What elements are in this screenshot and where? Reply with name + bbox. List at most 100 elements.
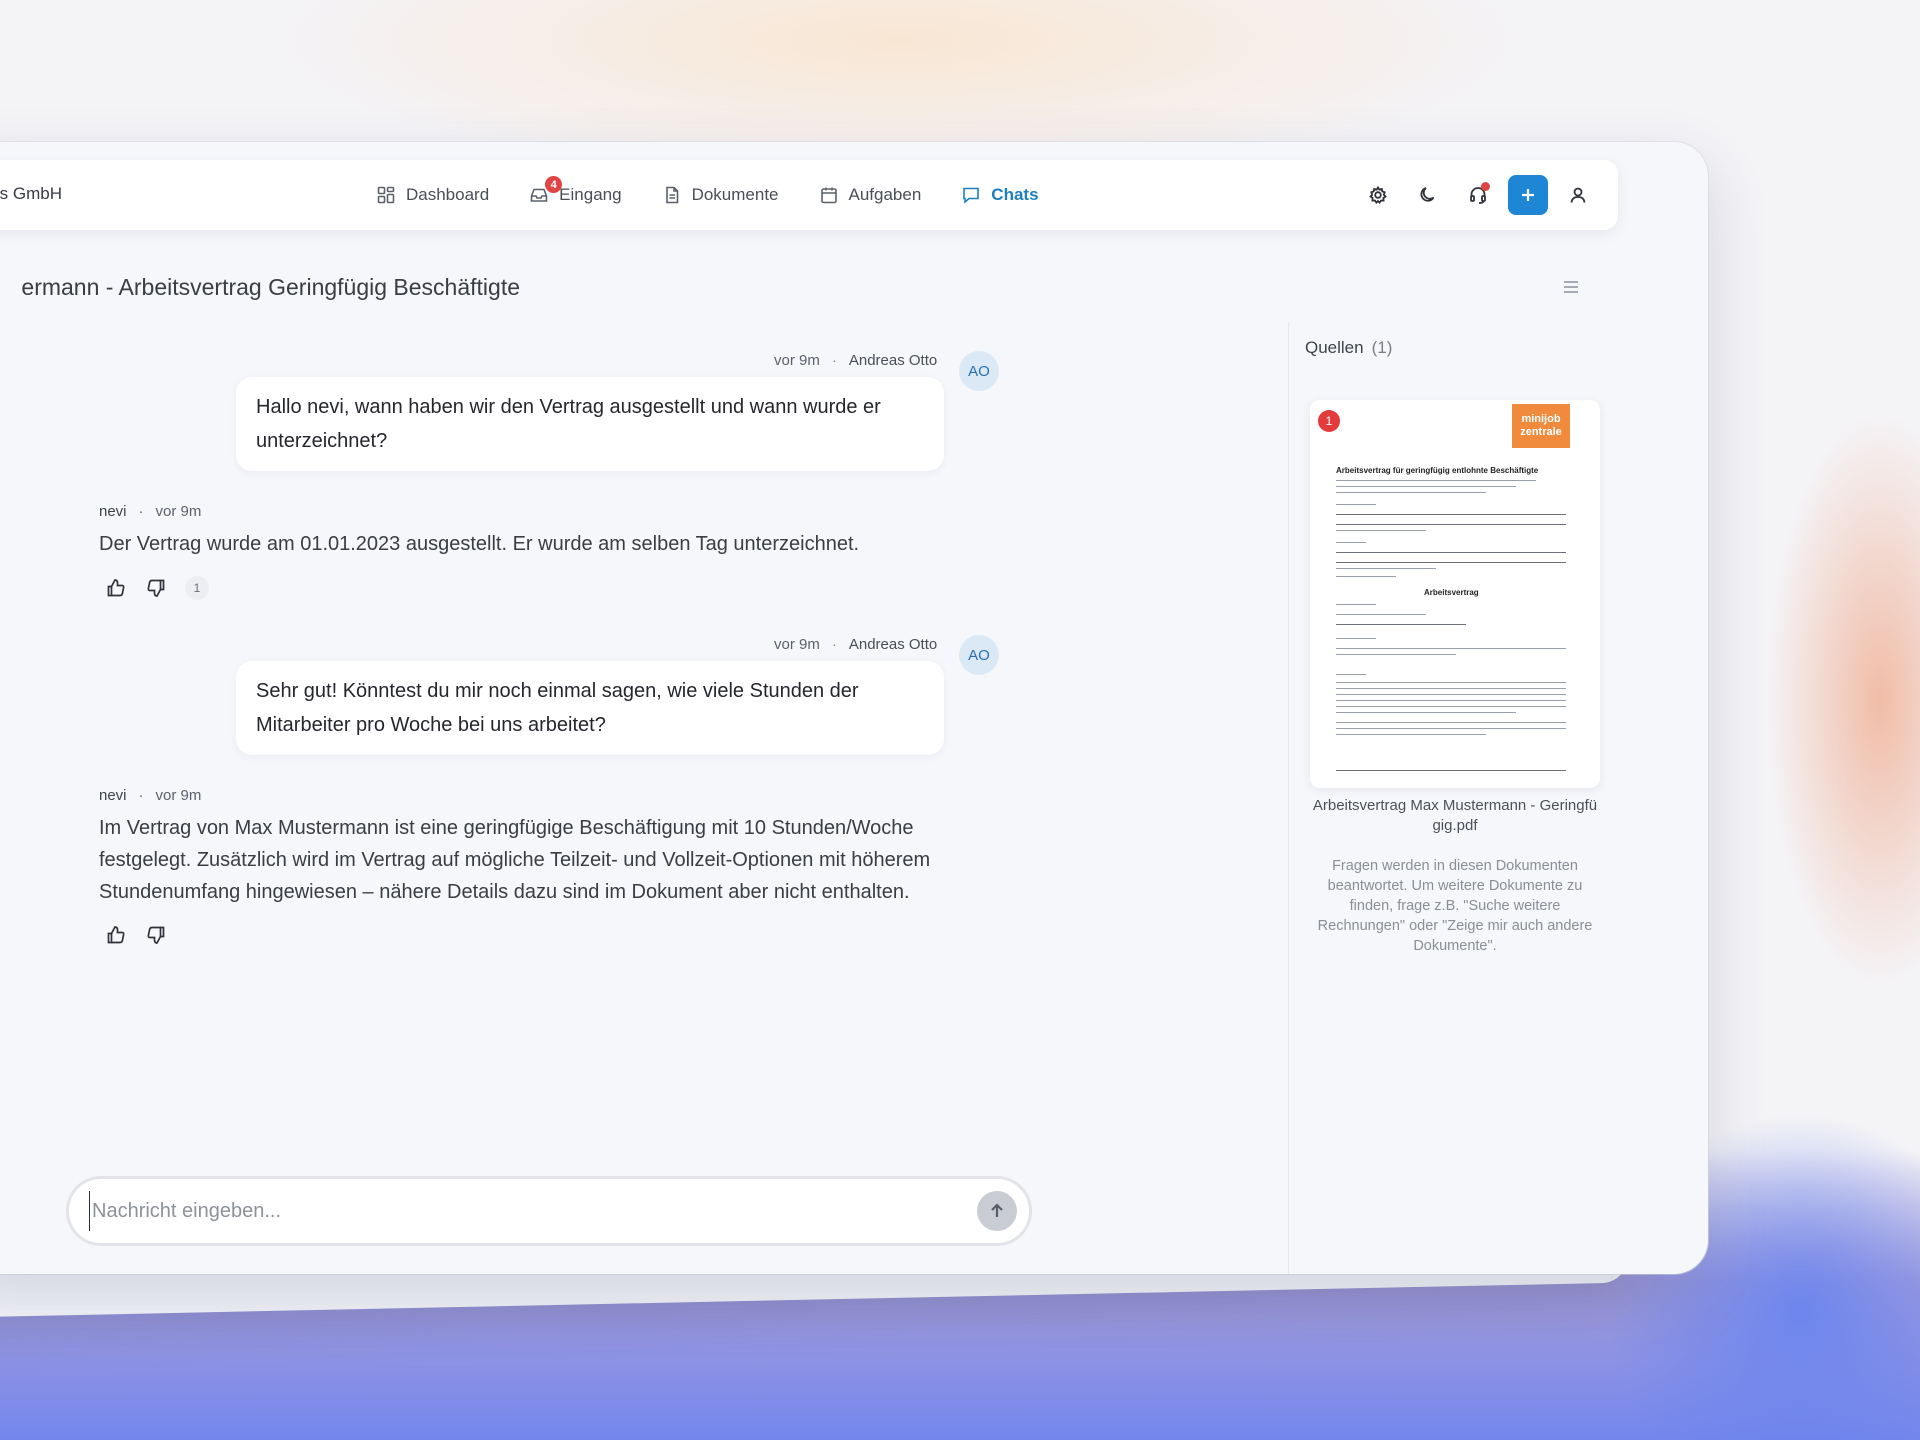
message-time: vor 9m (774, 636, 820, 653)
thumbs-up-button[interactable] (105, 577, 127, 599)
sources-divider (1288, 322, 1289, 1274)
meta-separator: · (138, 503, 144, 520)
document-icon (665, 186, 678, 204)
user-icon (1570, 187, 1586, 203)
source-count-badge[interactable]: 1 (185, 576, 209, 600)
nav-aufgaben-label: Aufgaben (848, 185, 922, 204)
sources-heading: Quellen (1) (1305, 338, 1392, 358)
document-text-line (1336, 514, 1566, 516)
document-thumbnail-subheading: Arbeitsvertrag (1424, 588, 1479, 597)
document-text-line (1336, 674, 1366, 675)
header-tools (1358, 160, 1598, 230)
add-button[interactable] (1508, 175, 1548, 215)
document-text-line (1336, 480, 1536, 481)
message-time: vor 9m (155, 787, 202, 804)
message-meta: vor 9m · Andreas Otto (774, 352, 937, 369)
logo-line-1: minijob (1521, 413, 1561, 425)
document-text-line (1336, 728, 1566, 729)
top-navigation-bar: s GmbH Dashboard 4 Eingang Dokumente Auf… (0, 160, 1618, 230)
bot-name: nevi (99, 787, 127, 804)
dark-mode-toggle[interactable] (1408, 175, 1448, 215)
sources-label: Quellen (1305, 338, 1364, 357)
document-text-line (1336, 624, 1466, 626)
thumbs-down-button[interactable] (145, 577, 167, 599)
document-text-line (1336, 694, 1566, 695)
nav-chats[interactable]: Chats (941, 160, 1058, 230)
document-thumbnail-heading: Arbeitsvertrag für geringfügig entlohnte… (1336, 466, 1539, 475)
thumbs-down-icon (147, 926, 165, 944)
document-text-line (1336, 530, 1426, 531)
bot-message-text: Der Vertrag wurde am 01.01.2023 ausgeste… (99, 533, 860, 555)
sources-hint-text: Fragen werden in diesen Dokumenten beant… (1317, 858, 1593, 954)
document-text-line (1336, 552, 1566, 554)
document-text-line (1336, 722, 1566, 723)
support-notification-dot (1481, 182, 1490, 191)
document-text-line (1336, 638, 1376, 639)
document-text-line (1336, 712, 1516, 713)
nav-aufgaben[interactable]: Aufgaben (799, 160, 942, 230)
dashboard-icon (377, 186, 395, 204)
chat-title-text: ermann - Arbeitsvertrag Geringfügig Besc… (21, 274, 520, 300)
document-text-line (1336, 604, 1376, 605)
app-window: s GmbH Dashboard 4 Eingang Dokumente Auf… (0, 142, 1708, 1274)
message-composer (66, 1176, 1032, 1246)
message-author: Andreas Otto (848, 636, 938, 653)
meta-separator: · (831, 352, 837, 369)
source-document-filename: Arbeitsvertrag Max Mustermann - Geringfü… (1312, 797, 1598, 834)
bot-message-meta: nevi · vor 9m (99, 503, 201, 520)
nav-eingang[interactable]: 4 Eingang (509, 160, 641, 230)
nav-dashboard[interactable]: Dashboard (356, 160, 509, 230)
document-text-line (1336, 492, 1486, 493)
document-text-line (1336, 706, 1566, 707)
nav-dokumente[interactable]: Dokumente (642, 160, 799, 230)
settings-button[interactable] (1358, 175, 1398, 215)
message-input[interactable] (89, 1191, 969, 1231)
document-text-line (1336, 648, 1566, 649)
bot-message-text: Im Vertrag von Max Mustermann ist eine g… (99, 817, 931, 903)
document-text-line (1336, 688, 1566, 689)
thumbs-up-icon (107, 926, 125, 944)
bot-message-meta: nevi · vor 9m (99, 787, 201, 804)
avatar: AO (959, 351, 999, 391)
document-text-line (1336, 562, 1566, 564)
document-text-line (1336, 524, 1566, 526)
document-text-line (1336, 568, 1436, 569)
document-text-line (1336, 542, 1366, 543)
logo-line-2: zentrale (1520, 426, 1562, 438)
document-text-line (1336, 682, 1566, 683)
meta-separator: · (138, 787, 144, 804)
message-time: vor 9m (155, 503, 202, 520)
user-message-bubble: Hallo nevi, wann haben wir den Vertrag a… (236, 377, 944, 471)
company-name: s GmbH (0, 184, 62, 203)
document-text-line (1336, 734, 1486, 735)
calendar-icon (820, 187, 837, 204)
sources-count: (1) (1371, 338, 1393, 357)
message-feedback: 1 (105, 576, 209, 600)
send-button[interactable] (977, 1191, 1017, 1231)
source-document-card[interactable]: 1 minijob zentrale Arbeitsvertrag für ge… (1310, 400, 1600, 788)
profile-button[interactable] (1558, 175, 1598, 215)
message-feedback (105, 924, 167, 946)
background-glow-right (1680, 300, 1920, 1100)
meta-separator: · (831, 636, 837, 653)
source-number-badge: 1 (1318, 410, 1340, 432)
thumbs-down-button[interactable] (145, 924, 167, 946)
nav-chats-label: Chats (991, 185, 1039, 204)
thumbs-down-icon (147, 579, 165, 597)
nav-dokumente-label: Dokumente (691, 185, 779, 204)
support-button[interactable] (1458, 175, 1498, 215)
document-text-line (1336, 504, 1376, 505)
document-text-line (1336, 576, 1396, 577)
bot-name: nevi (99, 503, 127, 520)
chat-menu-button[interactable] (1560, 276, 1582, 298)
plus-icon (1522, 189, 1534, 201)
chat-icon (963, 187, 980, 204)
message-time: vor 9m (774, 352, 820, 369)
avatar: AO (959, 635, 999, 675)
thumbs-up-button[interactable] (105, 924, 127, 946)
minijob-zentrale-logo: minijob zentrale (1512, 404, 1570, 448)
gear-icon (1369, 185, 1387, 205)
chat-title: ermann - Arbeitsvertrag Geringfügig Besc… (0, 274, 520, 301)
arrow-up-icon (991, 1203, 1003, 1217)
document-text-line (1336, 486, 1516, 487)
